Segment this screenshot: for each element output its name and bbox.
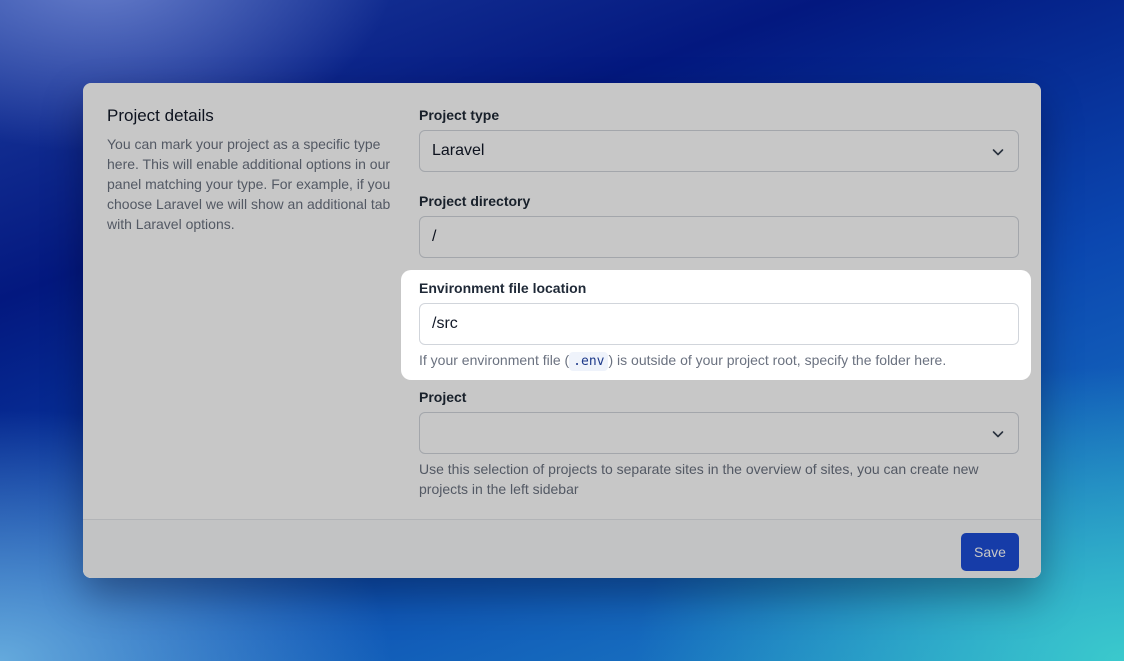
project-directory-label: Project directory — [419, 193, 531, 209]
project-select[interactable] — [419, 412, 1019, 454]
chevron-down-icon — [992, 149, 1004, 156]
project-type-label: Project type — [419, 107, 500, 123]
env-help-suffix: ) is outside of your project root, speci… — [608, 352, 947, 368]
env-location-field: Environment file location /src If your e… — [419, 278, 1019, 372]
project-field: Project Use this selection of projects t… — [419, 387, 1019, 499]
project-type-field: Project type Laravel — [419, 105, 1019, 172]
project-directory-value: / — [432, 228, 437, 245]
env-location-highlight: Environment file location /src If your e… — [401, 270, 1031, 380]
chevron-down-icon — [992, 431, 1004, 438]
project-type-value: Laravel — [432, 142, 485, 159]
project-help-text: Use this selection of projects to separa… — [419, 461, 979, 497]
save-button[interactable]: Save — [961, 533, 1019, 571]
project-label: Project — [419, 389, 467, 405]
env-file-code: .env — [569, 352, 609, 371]
project-directory-input[interactable]: / — [419, 216, 1019, 258]
project-directory-field: Project directory / — [419, 191, 1019, 258]
card-footer: Save — [83, 519, 1041, 578]
env-location-label: Environment file location — [419, 280, 587, 296]
project-type-select[interactable]: Laravel — [419, 130, 1019, 172]
section-description: You can mark your project as a specific … — [107, 136, 391, 232]
section-info: Project details You can mark your projec… — [107, 105, 397, 234]
env-help-prefix: If your environment file ( — [419, 352, 570, 368]
env-location-help-text: If your environment file (.env) is outsi… — [419, 350, 1019, 372]
env-location-input[interactable]: /src — [419, 303, 1019, 345]
section-title: Project details — [107, 106, 214, 125]
env-location-value: /src — [432, 315, 458, 332]
